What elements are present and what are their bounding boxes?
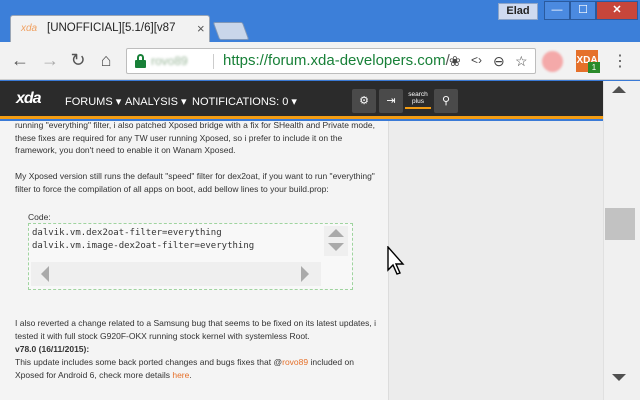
scroll-thumb[interactable]: [605, 208, 635, 240]
post-paragraph: running "everything" filter, i also patc…: [15, 121, 375, 155]
profile-button[interactable]: Elad: [498, 3, 538, 20]
maximize-button[interactable]: ☐: [570, 1, 596, 20]
page-content: running "everything" filter, i also patc…: [0, 121, 603, 400]
post-paragraph: I also reverted a change related to a Sa…: [15, 318, 376, 341]
logout-icon[interactable]: ⇥: [379, 89, 403, 113]
new-tab-button[interactable]: [212, 22, 250, 40]
home-icon[interactable]: ⌂: [96, 50, 116, 71]
lock-icon: [135, 54, 146, 68]
gear-icon[interactable]: ⚙: [352, 89, 376, 113]
extension-icon[interactable]: [542, 51, 563, 72]
search-icon[interactable]: ⚲: [434, 89, 458, 113]
post-paragraph: This update includes some back ported ch…: [15, 357, 354, 380]
browser-tab[interactable]: xda [UNOFFICIAL][5.1/6][v87.3 ×: [10, 15, 210, 42]
scroll-right-icon[interactable]: [301, 266, 309, 282]
menu-icon[interactable]: ⋮: [612, 51, 628, 71]
reload-icon[interactable]: ↻: [68, 50, 88, 71]
cookie-icon[interactable]: ❀: [449, 53, 461, 70]
browser-toolbar: ← → ↻ ⌂ rovo89 https://forum.xda-develop…: [0, 42, 640, 80]
code-line: dalvik.vm.dex2oat-filter=everything: [32, 228, 222, 238]
code-line: dalvik.vm.image-dex2oat-filter=everythin…: [32, 241, 255, 251]
scroll-up-icon[interactable]: [612, 86, 626, 93]
code-blocked-icon[interactable]: <›: [471, 53, 482, 67]
site-navbar: xda FORUMS ▾ ANALYSIS ▾ NOTIFICATIONS: 0…: [0, 81, 603, 119]
close-icon[interactable]: ×: [197, 21, 205, 36]
post-body: running "everything" filter, i also patc…: [0, 121, 389, 400]
mouse-cursor-icon: [387, 246, 405, 275]
page-scrollbar[interactable]: [603, 81, 640, 400]
side-column: [389, 121, 603, 400]
tab-title: [UNOFFICIAL][5.1/6][v87.3: [47, 22, 175, 34]
secure-origin-label: rovo89: [151, 54, 188, 68]
scroll-left-icon[interactable]: [41, 266, 49, 282]
code-label: Code:: [28, 212, 51, 222]
scroll-down-icon[interactable]: [612, 374, 626, 381]
nav-notifications[interactable]: NOTIFICATIONS: 0 ▾: [192, 95, 297, 108]
extension-badge: 1: [588, 62, 600, 73]
bookmark-star-icon[interactable]: ☆: [515, 53, 528, 70]
code-block[interactable]: dalvik.vm.dex2oat-filter=everything dalv…: [28, 223, 353, 290]
scroll-up-icon[interactable]: [328, 229, 344, 237]
version-heading: v78.0 (16/11/2015):: [15, 344, 90, 354]
minimize-button[interactable]: —: [544, 1, 570, 20]
url-text: https://forum.xda-developers.com/: [223, 52, 450, 69]
scroll-down-icon[interactable]: [328, 243, 344, 251]
title-bar: xda [UNOFFICIAL][5.1/6][v87.3 × Elad — ☐…: [0, 0, 640, 42]
address-bar[interactable]: rovo89 https://forum.xda-developers.com/…: [126, 48, 536, 74]
forward-arrow-icon[interactable]: →: [40, 50, 60, 71]
search-plus-button[interactable]: search plus: [405, 91, 431, 109]
code-vertical-scrollbar[interactable]: [324, 226, 348, 256]
code-horizontal-scrollbar[interactable]: [31, 262, 321, 286]
details-link[interactable]: here: [172, 370, 189, 380]
xda-logo[interactable]: xda: [16, 90, 42, 108]
nav-analysis[interactable]: ANALYSIS ▾: [125, 95, 187, 108]
close-window-button[interactable]: ✕: [596, 1, 638, 20]
xda-favicon-icon: xda: [21, 23, 38, 34]
post-paragraph: My Xposed version still runs the default…: [15, 171, 375, 194]
zoom-icon[interactable]: ⊖: [493, 53, 505, 70]
back-arrow-icon[interactable]: ←: [10, 50, 30, 71]
user-link[interactable]: rovo89: [282, 357, 308, 367]
nav-forums[interactable]: FORUMS ▾: [65, 95, 121, 108]
